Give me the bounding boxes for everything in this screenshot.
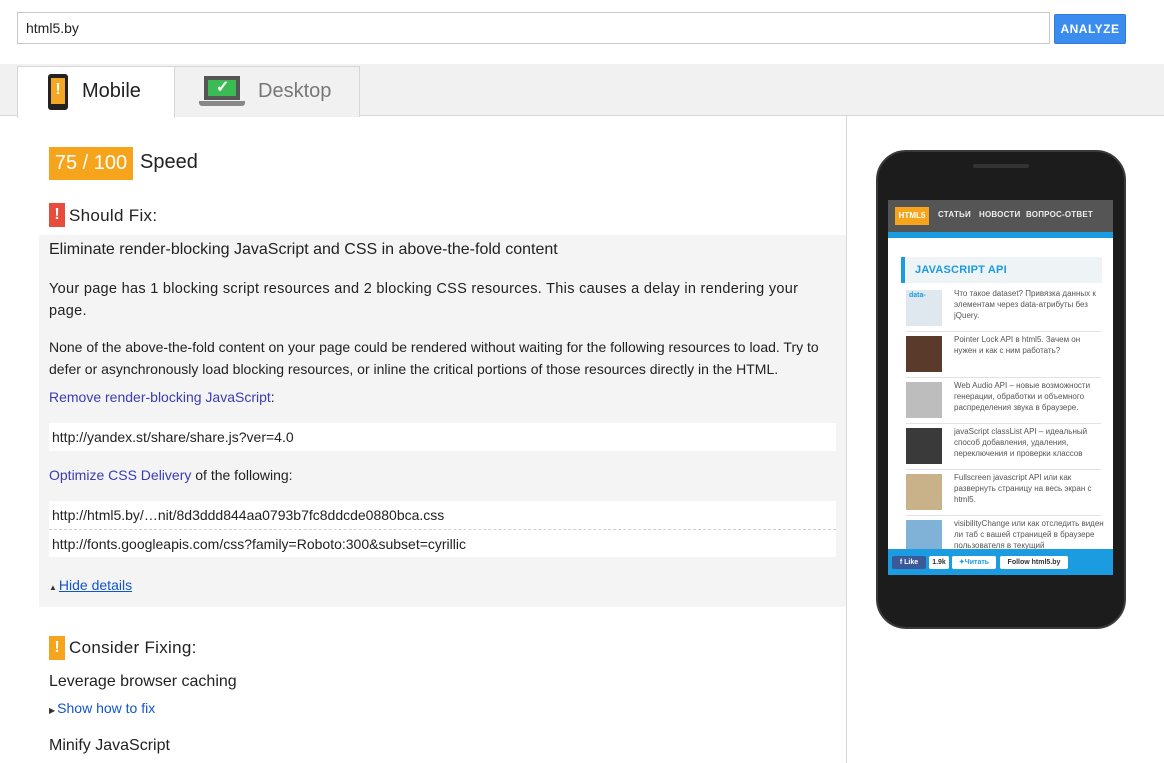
tab-mobile[interactable]: ! Mobile (17, 66, 175, 118)
rule-details: None of the above-the-fold content on yo… (49, 339, 819, 377)
rule-title[interactable]: Eliminate render-blocking JavaScript and… (49, 241, 558, 259)
phone-speaker (973, 164, 1029, 168)
js-link-line: Remove render-blocking JavaScript: (49, 389, 275, 405)
device-tabs: ! Mobile ✓ Desktop (0, 64, 1164, 118)
preview-logo: HTML5 (895, 207, 929, 225)
tab-desktop[interactable]: ✓ Desktop (175, 66, 360, 117)
preview-article: data- Что такое dataset? Привязка данных… (906, 288, 1101, 332)
like-count: 1.9k (929, 556, 949, 569)
js-resource-list: http://yandex.st/share/share.js?ver=4.0 (49, 423, 836, 451)
show-how-to-fix-toggle[interactable]: ▶ Show how to fix (49, 700, 155, 716)
follow-button: Follow html5.by (1000, 556, 1068, 569)
url-input[interactable]: html5.by (17, 12, 1050, 44)
score-badge: 75 / 100 (49, 147, 133, 180)
rule-title[interactable]: Minify JavaScript (49, 737, 170, 755)
preview-article: Web Audio API – новые возможности генера… (906, 380, 1101, 424)
preview-nav: HTML5 СТАТЬИ НОВОСТИ ВОПРОС-ОТВЕТ (888, 200, 1113, 232)
article-thumbnail (906, 474, 942, 510)
mobile-phone-icon: ! (48, 74, 68, 110)
analyze-button[interactable]: ANALYZE (1054, 14, 1126, 44)
article-thumbnail: data- (906, 290, 942, 326)
article-thumbnail (906, 428, 942, 464)
resource-url: http://fonts.googleapis.com/css?family=R… (49, 529, 836, 557)
consider-fixing-title: Consider Fixing: (69, 638, 197, 657)
tab-mobile-label: Mobile (82, 80, 141, 102)
preview-nav-item: СТАТЬИ (938, 210, 971, 219)
twitter-read-button: ✦Читать (952, 556, 996, 569)
preview-section-title: JAVASCRIPT API (901, 257, 1102, 283)
preview-nav-item: НОВОСТИ (979, 210, 1021, 219)
rule-summary: Your page has 1 blocking script resource… (49, 281, 799, 319)
css-resource-list: http://html5.by/…nit/8d3ddd844aa0793b7fc… (49, 501, 836, 557)
hide-details-toggle[interactable]: ▲ Hide details (49, 577, 132, 593)
rule-title[interactable]: Leverage browser caching (49, 673, 237, 691)
triangle-right-icon: ▶ (49, 706, 56, 715)
resource-url: http://html5.by/…nit/8d3ddd844aa0793b7fc… (52, 507, 445, 523)
tab-desktop-label: Desktop (258, 80, 332, 102)
facebook-like-button: f Like (892, 556, 926, 569)
triangle-up-icon: ▲ (49, 583, 57, 592)
laptop-icon: ✓ (199, 76, 245, 108)
optimize-css-delivery-link[interactable]: Optimize CSS Delivery (49, 467, 191, 483)
should-fix-title: Should Fix: (69, 206, 158, 225)
css-link-line: Optimize CSS Delivery of the following: (49, 467, 293, 483)
article-thumbnail (906, 336, 942, 372)
preview-article: Pointer Lock API в html5. Зачем он нужен… (906, 334, 1101, 378)
top-bar: html5.by ANALYZE (0, 0, 1164, 64)
warning-red-icon: ! (49, 203, 65, 227)
resource-url: http://yandex.st/share/share.js?ver=4.0 (52, 429, 294, 445)
column-divider (846, 116, 847, 763)
phone-preview-screen: HTML5 СТАТЬИ НОВОСТИ ВОПРОС-ОТВЕТ JAVASC… (888, 200, 1113, 575)
warning-orange-icon: ! (49, 636, 65, 660)
preview-article: Fullscreen javascript API или как развер… (906, 472, 1101, 516)
score-label: Speed (140, 151, 198, 173)
remove-render-blocking-js-link[interactable]: Remove render-blocking JavaScript (49, 389, 271, 405)
preview-nav-item: ВОПРОС-ОТВЕТ (1026, 210, 1093, 219)
preview-accent-bar (888, 232, 1113, 238)
article-thumbnail (906, 382, 942, 418)
preview-social-bar: f Like 1.9k ✦Читать Follow html5.by (888, 549, 1113, 575)
facebook-icon: f (899, 559, 903, 566)
preview-article: javaScript classList API – идеальный спо… (906, 426, 1101, 470)
